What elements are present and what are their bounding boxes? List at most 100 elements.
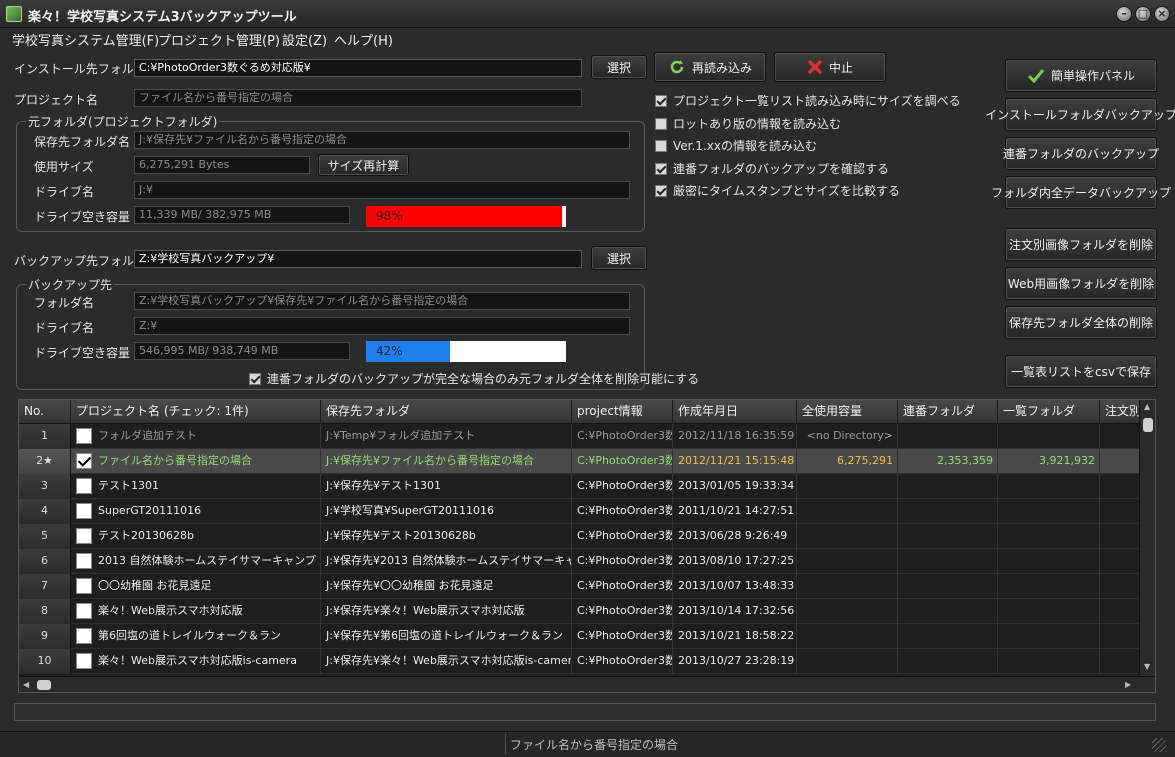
row-list-size: 3,921,932 bbox=[998, 449, 1100, 474]
close-button[interactable]: × bbox=[1154, 6, 1170, 22]
maximize-button[interactable]: □ bbox=[1135, 6, 1151, 22]
source-free-field[interactable]: 11,339 MB/ 382,975 MB bbox=[134, 206, 350, 224]
row-checkbox[interactable] bbox=[76, 453, 92, 469]
table-row[interactable]: 5 テスト20130628b J:¥保存先¥テスト20130628b C:¥Photo… bbox=[19, 524, 1140, 549]
recalc-size-button[interactable]: サイズ再計算 bbox=[318, 154, 409, 176]
delete-option-checkbox[interactable] bbox=[249, 372, 261, 385]
source-drive-field[interactable]: J:¥ bbox=[134, 181, 630, 199]
row-created-date: 2013/08/10 17:27:25 bbox=[673, 549, 797, 574]
row-project-info: C:¥PhotoOrder3数ぐるめ bbox=[572, 474, 673, 499]
row-project-info: C:¥PhotoOrder3数ぐるめ bbox=[572, 624, 673, 649]
row-checkbox[interactable] bbox=[76, 603, 92, 619]
option-lot-version[interactable]: ロットあり版の情報を読み込む bbox=[655, 115, 841, 132]
table-row[interactable]: 1 フォルダ追加テスト J:¥Temp¥フォルダ追加テスト C:¥PhotoOrder… bbox=[19, 424, 1140, 449]
option-ver1[interactable]: Ver.1.xxの情報を読み込む bbox=[655, 137, 817, 154]
row-created-date: 2013/06/28 9:26:49 bbox=[673, 524, 797, 549]
row-created-date: 2011/10/21 14:27:51 bbox=[673, 499, 797, 524]
table-row[interactable]: 3 テスト1301 J:¥保存先¥テスト1301C:¥PhotoOrder3数ぐるめ… bbox=[19, 474, 1140, 499]
backup-folder-field[interactable]: Z:¥学校写真バックアップ¥ bbox=[134, 250, 582, 268]
table-row[interactable]: 4 SuperGT20111016 J:¥学校写真¥SuperGT20111016 C… bbox=[19, 499, 1140, 524]
col-header-folder[interactable]: 保存先フォルダ bbox=[321, 400, 572, 424]
row-number: 3 bbox=[19, 474, 71, 499]
menu-help[interactable]: ヘルプ(H) bbox=[334, 30, 393, 49]
row-save-folder: J:¥Temp¥フォルダ追加テスト bbox=[321, 424, 572, 449]
row-serial-size bbox=[898, 549, 998, 574]
scroll-down-arrow[interactable]: ▼ bbox=[1144, 662, 1150, 672]
scroll-left-arrow[interactable]: ◀ bbox=[23, 680, 29, 690]
option-strict-compare-checkbox[interactable] bbox=[655, 184, 667, 197]
save-csv-button[interactable]: 一覧表リストをcsvで保存 bbox=[1005, 355, 1157, 388]
stop-button[interactable]: 中止 bbox=[774, 52, 886, 82]
table-row[interactable]: 10 楽々！Web展示スマホ対応版is-camera J:¥保存先¥楽々！Web展示… bbox=[19, 649, 1140, 674]
row-list-size bbox=[998, 574, 1100, 599]
all-data-backup-button[interactable]: フォルダ内全データバックアップ bbox=[991, 176, 1171, 209]
col-header-no[interactable]: No. bbox=[19, 400, 71, 424]
backup-free-field[interactable]: 546,995 MB/ 938,749 MB bbox=[134, 342, 350, 360]
status-bar: ファイル名から番号指定の場合 bbox=[0, 731, 1175, 757]
table-row[interactable]: 6 2013 自然体験ホームステイサマーキャンプ J:¥保存先¥2013 自然体験ホ… bbox=[19, 549, 1140, 574]
option-verify-backup-checkbox[interactable] bbox=[655, 162, 667, 175]
delete-option-row[interactable]: 連番フォルダのバックアップが完全な場合のみ元フォルダ全体を削除可能にする bbox=[249, 370, 699, 387]
backup-dest-folder-field[interactable]: Z:¥学校写真バックアップ¥保存先¥ファイル名から番号指定の場合 bbox=[134, 292, 630, 310]
source-folder-field[interactable]: J:¥保存先¥ファイル名から番号指定の場合 bbox=[134, 131, 630, 149]
project-grid[interactable]: No. プロジェクト名 (チェック: 1件) 保存先フォルダ project情報… bbox=[18, 399, 1156, 693]
resize-grip-icon[interactable] bbox=[1152, 738, 1166, 752]
option-check-size-checkbox[interactable] bbox=[655, 94, 667, 107]
option-lot-version-checkbox[interactable] bbox=[655, 117, 667, 130]
row-total-size bbox=[797, 499, 898, 524]
option-check-size[interactable]: プロジェクト一覧リスト読み込み時にサイズを調べる bbox=[655, 92, 961, 109]
horizontal-scroll-thumb[interactable] bbox=[37, 680, 51, 690]
vertical-scroll-thumb[interactable] bbox=[1143, 418, 1153, 432]
backup-drive-field[interactable]: Z:¥ bbox=[134, 317, 630, 335]
serial-backup-button[interactable]: 連番フォルダのバックアップ bbox=[1003, 137, 1159, 170]
backup-select-button[interactable]: 選択 bbox=[591, 246, 647, 270]
row-number: 9 bbox=[19, 624, 71, 649]
simple-panel-button[interactable]: 簡単操作パネル bbox=[1005, 59, 1157, 92]
scroll-right-arrow[interactable]: ▶ bbox=[1125, 680, 1131, 690]
menu-project[interactable]: プロジェクト管理(P) bbox=[158, 30, 280, 49]
table-row[interactable]: 8 楽々！Web展示スマホ対応版 J:¥保存先¥楽々！Web展示スマホ対応版 C:¥P… bbox=[19, 599, 1140, 624]
reload-button[interactable]: 再読み込み bbox=[654, 52, 766, 82]
menu-school-system[interactable]: 学校写真システム管理(F) bbox=[12, 30, 159, 49]
row-checkbox[interactable] bbox=[76, 578, 92, 594]
project-name-field[interactable]: ファイル名から番号指定の場合 bbox=[134, 89, 582, 107]
table-row[interactable]: 7 〇〇幼稚園 お花見遠足 J:¥保存先¥〇〇幼稚園 お花見遠足 C:¥PhotoOr… bbox=[19, 574, 1140, 599]
row-project-info: C:¥PhotoOrder3数ぐるめ bbox=[572, 449, 673, 474]
option-strict-compare[interactable]: 厳密にタイムスタンプとサイズを比較する bbox=[655, 182, 900, 199]
option-verify-backup[interactable]: 連番フォルダのバックアップを確認する bbox=[655, 160, 889, 177]
row-checkbox[interactable] bbox=[76, 528, 92, 544]
delete-order-folder-button[interactable]: 注文別画像フォルダを削除 bbox=[1005, 228, 1157, 261]
col-header-list[interactable]: 一覧フォルダ bbox=[998, 400, 1100, 424]
col-header-name[interactable]: プロジェクト名 (チェック: 1件) bbox=[71, 400, 321, 424]
install-backup-button[interactable]: インストールフォルダバックアップ bbox=[985, 98, 1175, 131]
col-header-date[interactable]: 作成年月日 bbox=[673, 400, 797, 424]
scroll-up-arrow[interactable]: ▲ bbox=[1144, 402, 1150, 412]
minimize-button[interactable]: – bbox=[1116, 6, 1132, 22]
backup-drive-label: ドライブ名 bbox=[34, 321, 95, 335]
menu-settings[interactable]: 設定(Z) bbox=[282, 30, 327, 49]
row-checkbox[interactable] bbox=[76, 653, 92, 669]
grid-horizontal-scrollbar[interactable]: ◀ ▶ bbox=[19, 676, 1155, 692]
install-folder-field[interactable]: C:¥PhotoOrder3数ぐるめ対応版¥ bbox=[134, 59, 582, 77]
table-row[interactable]: 9 第6回塩の道トレイルウォーク＆ラン J:¥保存先¥第6回塩の道トレイルウォーク＆… bbox=[19, 624, 1140, 649]
delete-web-folder-button[interactable]: Web用画像フォルダを削除 bbox=[1005, 267, 1157, 300]
row-created-date: 2013/10/21 18:58:22 bbox=[673, 624, 797, 649]
row-project-name: 楽々！Web展示スマホ対応版is-camera bbox=[71, 649, 321, 674]
row-checkbox[interactable] bbox=[76, 503, 92, 519]
col-header-info[interactable]: project情報 bbox=[572, 400, 673, 424]
row-save-folder: J:¥保存先¥〇〇幼稚園 お花見遠足 bbox=[321, 574, 572, 599]
row-checkbox[interactable] bbox=[76, 428, 92, 444]
grid-vertical-scrollbar[interactable]: ▲ ▼ bbox=[1139, 400, 1155, 676]
install-select-button[interactable]: 選択 bbox=[591, 55, 647, 79]
table-row[interactable]: 2★ ファイル名から番号指定の場合 J:¥保存先¥ファイル名から番号指定の場合 C:¥… bbox=[19, 449, 1140, 474]
option-ver1-checkbox[interactable] bbox=[655, 139, 667, 152]
col-header-order[interactable]: 注文別 bbox=[1100, 400, 1140, 424]
col-header-serial[interactable]: 連番フォルダ bbox=[898, 400, 998, 424]
row-checkbox[interactable] bbox=[76, 478, 92, 494]
used-size-field[interactable]: 6,275,291 Bytes bbox=[134, 156, 310, 174]
row-project-name-text: 楽々！Web展示スマホ対応版 bbox=[98, 604, 243, 617]
delete-all-folder-button[interactable]: 保存先フォルダ全体の削除 bbox=[1005, 306, 1157, 339]
row-checkbox[interactable] bbox=[76, 628, 92, 644]
row-checkbox[interactable] bbox=[76, 553, 92, 569]
col-header-total[interactable]: 全使用容量 bbox=[797, 400, 898, 424]
